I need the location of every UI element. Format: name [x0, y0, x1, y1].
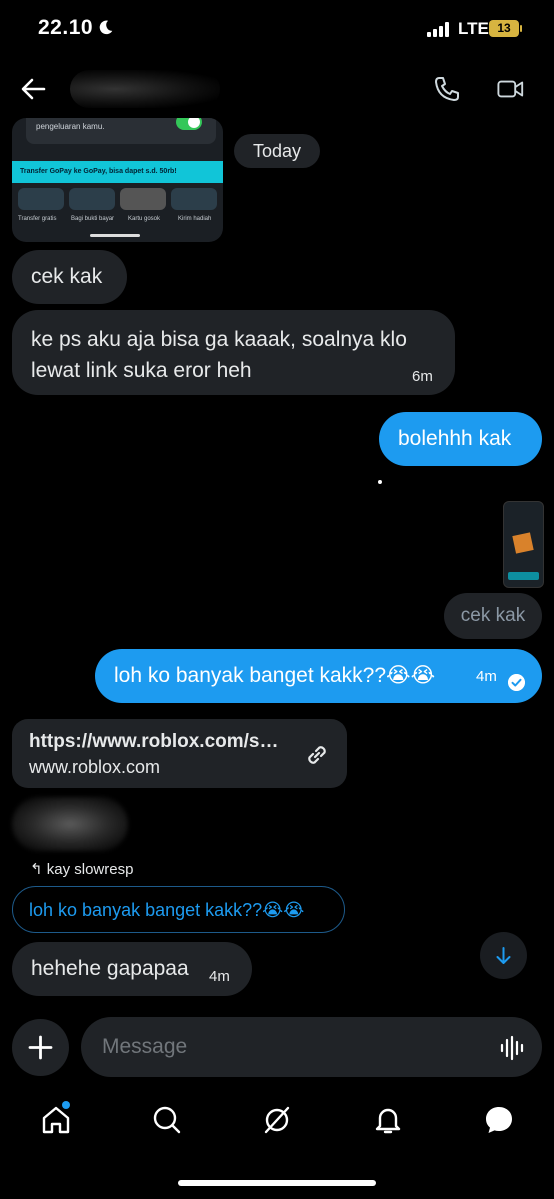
phone-icon[interactable] [433, 75, 461, 103]
network-label: LTE [458, 19, 489, 38]
screenshot-banner-text: Transfer GoPay ke GoPay, bisa dapet s.d.… [20, 168, 177, 175]
blurred-sticker [12, 797, 128, 851]
signal-icon [427, 22, 453, 37]
plus-icon [28, 1035, 53, 1060]
message-text: lewat link suka eror heh [31, 359, 252, 382]
bell-icon[interactable] [372, 1104, 404, 1136]
notification-dot [62, 1101, 70, 1109]
date-separator: Today [234, 134, 320, 168]
image-attachment[interactable]: pengeluaran kamu. Transfer GoPay ke GoPa… [12, 118, 223, 242]
arrow-down-icon [496, 947, 511, 964]
home-indicator-bar [178, 1180, 376, 1186]
battery-tip [520, 25, 522, 32]
home-indicator [90, 234, 140, 237]
link-url[interactable]: https://www.roblox.com/s… [29, 731, 278, 753]
tile-label: Bagi bukti bayar [71, 216, 115, 222]
grok-icon[interactable] [261, 1104, 293, 1136]
message-bubble-incoming[interactable]: ke ps aku aja bisa ga kaaak, soalnya klo… [12, 310, 455, 395]
tile-label: Transfer gratis [18, 216, 57, 222]
scratch-card-icon [120, 188, 166, 210]
paper-plane-icon [18, 188, 64, 210]
message-bubble-incoming[interactable]: cek kak [12, 250, 127, 304]
scroll-to-bottom-button[interactable] [480, 932, 527, 979]
message-text: hehehe gapapaa [31, 957, 189, 980]
message-bubble-outgoing[interactable]: bolehhh kak [379, 412, 542, 466]
message-timestamp: 4m [209, 968, 230, 985]
message-timestamp: 4m [476, 668, 497, 685]
reply-label: ↰ kay slowresp [30, 860, 133, 878]
read-check-icon [508, 674, 525, 691]
message-bubble-outgoing-muted[interactable]: cek kak [444, 593, 542, 639]
share-icon [69, 188, 115, 210]
status-time: 22.10 [38, 16, 94, 39]
toggle-switch [176, 118, 202, 130]
image-attachment[interactable] [503, 501, 544, 588]
battery-icon: 13 [489, 20, 519, 37]
add-attachment-button[interactable] [12, 1019, 69, 1076]
search-icon[interactable] [151, 1104, 183, 1136]
message-timestamp: 6m [412, 368, 433, 385]
message-text: ke ps aku aja bisa ga kaaak, soalnya klo [31, 328, 407, 351]
screenshot-text: pengeluaran kamu. [36, 122, 105, 131]
moon-icon [99, 20, 113, 35]
arrow-left-icon[interactable] [20, 76, 46, 102]
message-input[interactable] [81, 1017, 542, 1077]
contact-avatar-blurred[interactable] [70, 70, 220, 108]
link-icon[interactable] [303, 741, 331, 769]
audio-wave-icon[interactable] [499, 1034, 527, 1062]
link-domain: www.roblox.com [29, 757, 161, 777]
tile-label: Kartu gosok [128, 216, 161, 222]
video-camera-icon[interactable] [497, 75, 525, 103]
reply-arrow-icon: ↰ [30, 861, 43, 878]
message-bubble-outgoing[interactable]: loh ko banyak banget kakk??😭😭 [95, 649, 542, 703]
messages-icon[interactable] [483, 1104, 515, 1136]
typing-dot [378, 480, 382, 484]
reply-quote-bubble[interactable]: loh ko banyak banget kakk??😭😭 [12, 886, 345, 933]
reply-author: kay slowresp [46, 861, 134, 878]
gift-icon [171, 188, 217, 210]
tile-label: Kirim hadiah [178, 216, 212, 222]
